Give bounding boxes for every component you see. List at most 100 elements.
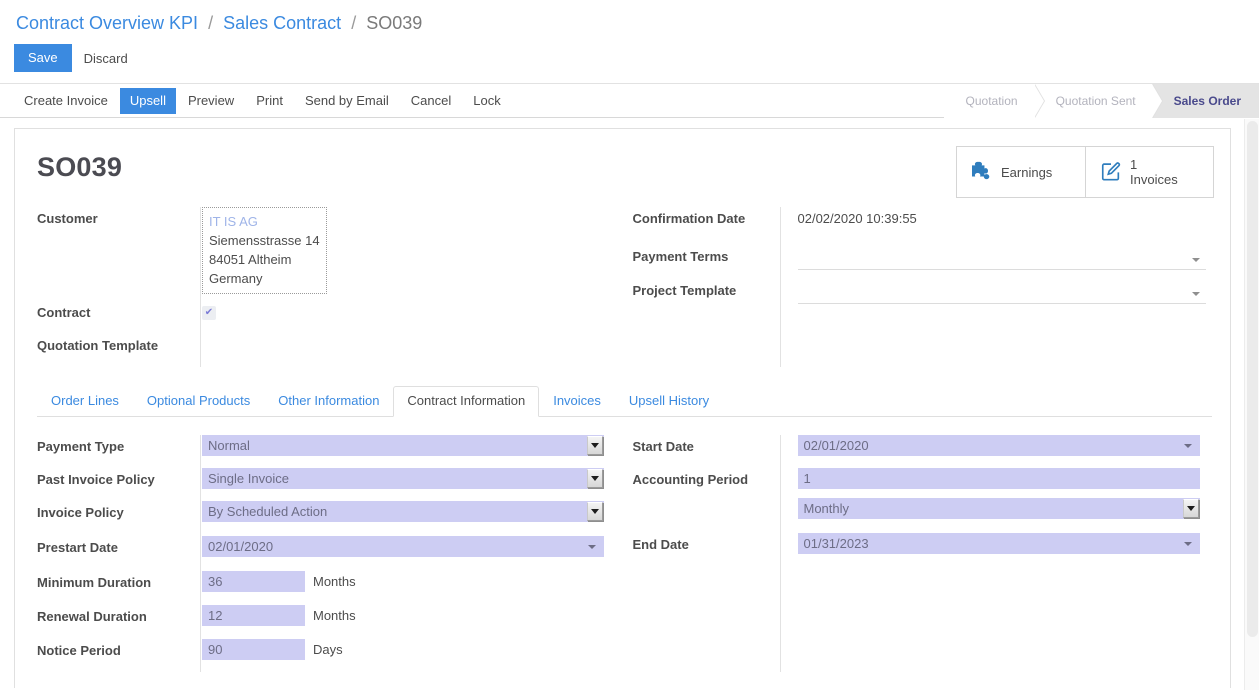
action-toolbar: Create Invoice Upsell Preview Print Send… [0, 83, 1259, 118]
payment-type-select[interactable]: Normal [202, 435, 604, 456]
field-payment-type: Payment Type Normal [37, 435, 604, 461]
upsell-button[interactable]: Upsell [119, 88, 176, 114]
renewal-duration-input[interactable]: 12 [202, 605, 305, 626]
field-confirmation-date: Confirmation Date 02/02/2020 10:39:55 [633, 207, 1213, 233]
earnings-stat-button[interactable]: Earnings [957, 147, 1085, 197]
breadcrumb-item-sales-contract[interactable]: Sales Contract [223, 13, 341, 33]
column-divider [779, 207, 781, 367]
field-notice-period: Notice Period 90 Days [37, 639, 597, 665]
form-sheet: SO039 Earnings 1 Invoices Customer IT IS… [14, 128, 1231, 688]
status-step-label: Quotation [965, 94, 1018, 108]
save-button[interactable]: Save [14, 44, 72, 72]
column-divider [779, 435, 781, 672]
contract-info-left-column: Payment Type Normal Past Invoice Policy [37, 435, 625, 672]
edit-bar: Save Discard [14, 44, 140, 72]
status-step-label: Sales Order [1173, 94, 1241, 108]
earnings-stat-label: Earnings [1001, 164, 1053, 180]
tab-other-information[interactable]: Other Information [264, 386, 393, 417]
accounting-period-unit-select[interactable]: Monthly [797, 498, 1200, 519]
status-step-notch [1033, 84, 1044, 118]
field-accounting-period: Accounting Period 1 [633, 468, 1213, 494]
field-value-accounting-period: 1 [791, 468, 1213, 489]
minimum-duration-input[interactable]: 36 [202, 571, 305, 592]
end-date-value: 01/31/2023 [803, 536, 869, 551]
discard-button[interactable]: Discard [72, 45, 140, 72]
minimum-duration-value: 36 [208, 574, 223, 589]
tab-contract-information[interactable]: Contract Information [393, 386, 540, 417]
vertical-scrollbar[interactable] [1244, 119, 1259, 690]
earnings-stat-text: Earnings [1001, 165, 1052, 180]
field-label-customer: Customer [37, 211, 98, 226]
stat-button-group: Earnings 1 Invoices [956, 146, 1214, 198]
prestart-date-input[interactable]: 02/01/2020 [202, 536, 604, 557]
toolbar-action-group: Create Invoice Upsell Preview Print Send… [14, 84, 513, 118]
start-date-input[interactable]: 02/01/2020 [797, 435, 1200, 456]
notice-period-value: 90 [208, 642, 223, 657]
field-label-start-date: Start Date [632, 439, 694, 454]
field-value-notice-period: 90 Days [195, 639, 597, 660]
field-value-project-template [791, 279, 1213, 304]
field-label-payment-type: Payment Type [37, 439, 125, 454]
field-renewal-duration: Renewal Duration 12 Months [37, 605, 597, 631]
confirmation-date-value: 02/02/2020 10:39:55 [797, 211, 917, 226]
chevron-down-icon [1191, 258, 1200, 262]
status-step-sales-order[interactable]: Sales Order [1151, 84, 1259, 118]
cancel-button[interactable]: Cancel [401, 88, 461, 114]
chevron-down-icon [1191, 292, 1200, 296]
field-value-start-date: 02/01/2020 [791, 435, 1213, 456]
customer-name[interactable]: IT IS AG [209, 212, 320, 231]
tab-upsell-history[interactable]: Upsell History [615, 386, 723, 417]
customer-address-box[interactable]: IT IS AG Siemensstrasse 14 84051 Altheim… [202, 207, 327, 294]
scrollbar-thumb[interactable] [1247, 121, 1258, 637]
field-label-invoice-policy: Invoice Policy [37, 505, 124, 520]
field-start-date: Start Date 02/01/2020 [633, 435, 1213, 461]
send-by-email-button[interactable]: Send by Email [295, 88, 399, 114]
field-contract: Contract ✔ [37, 301, 597, 327]
status-step-quotation[interactable]: Quotation [943, 84, 1045, 118]
field-value-prestart-date: 02/01/2020 [195, 536, 604, 557]
invoice-policy-select[interactable]: By Scheduled Action [202, 501, 604, 522]
notebook-tabs: Order Lines Optional Products Other Info… [37, 386, 1212, 417]
contract-checkbox[interactable]: ✔ [202, 306, 216, 320]
notice-period-unit: Days [313, 642, 343, 657]
breadcrumb: Contract Overview KPI / Sales Contract /… [16, 11, 422, 35]
notebook: Order Lines Optional Products Other Info… [37, 386, 1213, 672]
field-value-renewal-duration: 12 Months [195, 605, 597, 626]
field-label-accounting-period: Accounting Period [632, 472, 749, 487]
renewal-duration-unit: Months [313, 608, 356, 623]
accounting-period-input[interactable]: 1 [797, 468, 1200, 489]
tab-optional-products[interactable]: Optional Products [133, 386, 264, 417]
field-value-accounting-period-unit: Monthly [791, 498, 1213, 519]
status-step-label: Quotation Sent [1055, 94, 1136, 108]
field-label-payment-terms: Payment Terms [632, 249, 729, 264]
field-label-accounting-period-unit [633, 498, 791, 502]
field-value-contract: ✔ [195, 301, 597, 320]
edit-square-icon [1100, 160, 1122, 185]
status-step-quotation-sent[interactable]: Quotation Sent [1033, 84, 1163, 118]
customer-street: Siemensstrasse 14 [209, 233, 320, 248]
create-invoice-button[interactable]: Create Invoice [14, 88, 118, 114]
field-label-project-template: Project Template [632, 283, 737, 298]
field-value-end-date: 01/31/2023 [791, 533, 1213, 554]
project-template-dropdown[interactable] [797, 279, 1206, 304]
field-invoice-policy: Invoice Policy By Scheduled Action [37, 501, 604, 527]
end-date-input[interactable]: 01/31/2023 [797, 533, 1200, 554]
renewal-duration-value: 12 [208, 608, 223, 623]
field-label-quotation-template: Quotation Template [37, 338, 159, 353]
payment-terms-dropdown[interactable] [797, 245, 1206, 270]
notice-period-input[interactable]: 90 [202, 639, 305, 660]
field-label-notice-period: Notice Period [37, 643, 121, 658]
field-value-invoice-policy: By Scheduled Action [195, 501, 604, 522]
print-button[interactable]: Print [246, 88, 293, 114]
field-past-invoice-policy: Past Invoice Policy Single Invoice [37, 468, 604, 494]
breadcrumb-item-contract-overview-kpi[interactable]: Contract Overview KPI [16, 13, 198, 33]
tab-order-lines[interactable]: Order Lines [37, 386, 133, 417]
tab-invoices[interactable]: Invoices [539, 386, 615, 417]
invoice-policy-value: By Scheduled Action [208, 504, 328, 519]
invoices-stat-button[interactable]: 1 Invoices [1085, 147, 1213, 197]
field-value-past-invoice-policy: Single Invoice [195, 468, 604, 489]
past-invoice-policy-select[interactable]: Single Invoice [202, 468, 604, 489]
lock-button[interactable]: Lock [463, 88, 510, 114]
preview-button[interactable]: Preview [178, 88, 244, 114]
breadcrumb-separator: / [208, 13, 214, 33]
